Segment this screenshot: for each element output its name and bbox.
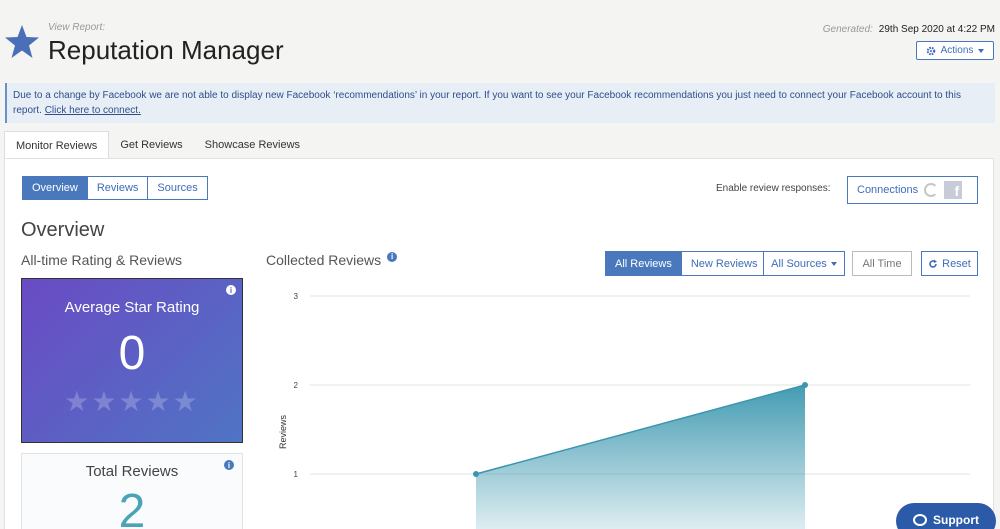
actions-button[interactable]: Actions — [916, 41, 994, 60]
enable-responses-label: Enable review responses: — [716, 183, 831, 194]
alltime-heading: All-time Rating & Reviews — [21, 252, 183, 268]
total-card-title: Total Reviews — [85, 463, 179, 480]
reviews-area — [476, 385, 805, 529]
connections-label: Connections — [857, 184, 919, 196]
info-icon[interactable]: i — [224, 460, 234, 470]
total-value: 2 — [118, 485, 146, 529]
data-point[interactable] — [802, 382, 808, 388]
all-sources-dropdown[interactable]: All Sources — [763, 251, 845, 276]
info-icon[interactable]: i — [226, 285, 236, 295]
y-tick-label: 2 — [294, 381, 299, 390]
rating-value: 0 — [118, 327, 146, 380]
tab-showcase-reviews[interactable]: Showcase Reviews — [194, 131, 311, 159]
total-reviews-card: i Total Reviews 2 — [21, 453, 243, 529]
collected-reviews-label: Collected Reviews — [266, 252, 382, 268]
refresh-icon — [929, 259, 938, 268]
review-filter-group: All Reviews New Reviews — [605, 251, 768, 276]
view-report-label: View Report: — [48, 22, 106, 33]
support-button[interactable]: Support — [896, 503, 996, 529]
notice-text: Due to a change by Facebook we are not a… — [13, 90, 961, 116]
actions-label: Actions — [940, 45, 974, 56]
info-icon[interactable]: i — [387, 251, 398, 262]
chat-icon — [913, 514, 927, 526]
sources-label: All Sources — [771, 257, 827, 270]
y-tick-label: 3 — [294, 292, 299, 301]
rating-card-title: Average Star Rating — [64, 299, 200, 316]
y-tick-label: 1 — [294, 470, 299, 479]
generated-info: Generated: 29th Sep 2020 at 4:22 PM — [823, 24, 995, 35]
tab-get-reviews[interactable]: Get Reviews — [109, 131, 193, 159]
reset-button[interactable]: Reset — [921, 251, 978, 276]
facebook-icon: f — [944, 181, 963, 199]
filter-new-reviews[interactable]: New Reviews — [680, 251, 768, 276]
y-axis-label: Reviews — [278, 414, 288, 449]
chevron-down-icon — [830, 261, 837, 266]
collected-reviews-chart: 1 2 3 Reviews — [278, 292, 970, 529]
average-rating-card: i Average Star Rating 0 ★★★★★ — [21, 278, 243, 443]
subnav-reviews[interactable]: Reviews — [86, 176, 149, 200]
star-rating-icons: ★★★★★ — [64, 386, 200, 417]
facebook-notice: Due to a change by Facebook we are not a… — [5, 83, 995, 123]
data-point[interactable] — [473, 471, 479, 477]
gear-icon — [926, 46, 935, 55]
subnav-overview[interactable]: Overview — [22, 176, 88, 200]
support-label: Support — [933, 513, 979, 527]
star-logo-icon — [5, 25, 39, 58]
connect-link[interactable]: Click here to connect. — [45, 105, 141, 116]
page-title: Reputation Manager — [48, 35, 284, 65]
tab-monitor-reviews[interactable]: Monitor Reviews — [4, 131, 110, 159]
google-icon — [924, 183, 939, 197]
reset-label: Reset — [942, 257, 971, 270]
main-tabs: Monitor Reviews Get Reviews Showcase Rev… — [4, 131, 311, 159]
subnav-group: Overview Reviews Sources — [22, 176, 208, 200]
generated-value: 29th Sep 2020 at 4:22 PM — [878, 24, 995, 35]
filter-all-reviews[interactable]: All Reviews — [605, 251, 682, 276]
subnav-sources[interactable]: Sources — [147, 176, 208, 200]
connections-button[interactable]: Connections f — [847, 176, 978, 204]
time-range-input[interactable]: All Time — [852, 251, 912, 276]
collected-reviews-heading: Collected Reviews i — [266, 251, 398, 268]
overview-heading: Overview — [21, 219, 105, 241]
chevron-down-icon — [978, 48, 985, 53]
generated-label: Generated: — [822, 24, 873, 35]
